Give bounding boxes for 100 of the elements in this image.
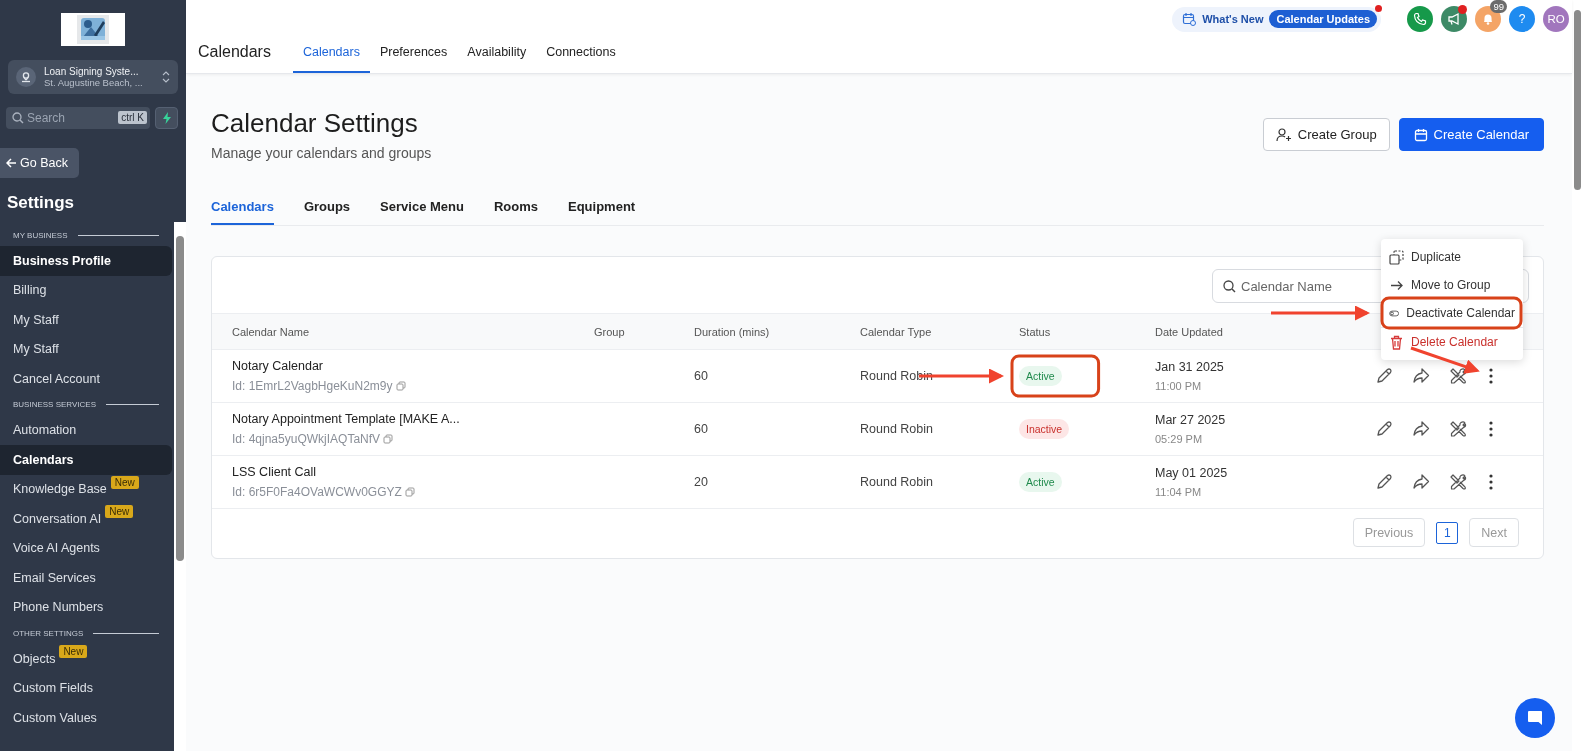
- sidebar-item[interactable]: My Staff: [0, 305, 172, 335]
- sidebar-item[interactable]: Automation: [0, 415, 172, 445]
- go-back-button[interactable]: Go Back: [0, 148, 79, 178]
- sidebar-item[interactable]: My Staff: [0, 334, 172, 364]
- new-badge: New: [59, 645, 88, 659]
- column-header: Calendar Name: [232, 325, 311, 338]
- scrollbar[interactable]: [1572, 0, 1583, 751]
- menu-item[interactable]: Duplicate: [1381, 243, 1523, 271]
- sidebar-item[interactable]: Knowledge Base New: [0, 474, 172, 504]
- user-avatar[interactable]: RO: [1543, 6, 1569, 32]
- sidebar-item[interactable]: Calendars: [0, 445, 172, 475]
- page-subtitle: Manage your calendars and groups: [211, 145, 432, 161]
- whats-new-button[interactable]: What's New Calendar Updates: [1172, 6, 1381, 32]
- menu-item[interactable]: Delete Calendar: [1381, 328, 1523, 356]
- sidebar-item[interactable]: Conversation AI New: [0, 504, 172, 534]
- table-cell: 60: [694, 422, 708, 436]
- arrow-left-icon: [6, 158, 17, 168]
- calendar-id: Id: 6r5F0Fa4OVaWCWv0GGYZ: [232, 485, 402, 499]
- sidebar-item[interactable]: Billing: [0, 275, 172, 305]
- page-heading: Calendars: [198, 43, 272, 62]
- create-calendar-button[interactable]: Create Calendar: [1398, 118, 1544, 151]
- calendar-id: Id: 4qjna5yuQWkjIAQTaNfV: [232, 432, 381, 446]
- table-cell: 20: [694, 475, 708, 489]
- nav-tab[interactable]: Availability: [457, 45, 537, 73]
- notification-count: 99: [1490, 0, 1507, 13]
- table-cell: Round Robin: [860, 422, 933, 436]
- tab[interactable]: Calendars: [211, 199, 274, 225]
- sidebar-item[interactable]: Business Profile: [0, 246, 172, 276]
- tools-icon[interactable]: [1449, 420, 1467, 438]
- account-switcher[interactable]: Loan Signing Syste... St. Augustine Beach, ...: [8, 60, 178, 94]
- sidebar-item[interactable]: Email Services: [0, 563, 172, 593]
- chevron-updown-icon: [162, 71, 170, 83]
- sidebar-item[interactable]: Custom Fields: [0, 673, 172, 703]
- location-icon: [16, 67, 36, 87]
- announcements-button[interactable]: [1441, 6, 1467, 32]
- page-number[interactable]: 1: [1436, 521, 1459, 544]
- account-location: St. Augustine Beach, ...: [44, 77, 144, 88]
- page-title: Calendar Settings: [211, 108, 419, 139]
- calendar-name: Notary Appointment Template [MAKE A...: [232, 412, 461, 426]
- shortcut-hint: ctrl K: [118, 111, 147, 124]
- tools-icon[interactable]: [1449, 367, 1467, 385]
- more-icon[interactable]: [1489, 474, 1493, 490]
- tab[interactable]: Equipment: [568, 199, 636, 225]
- notification-dot: [1458, 5, 1467, 14]
- chat-button[interactable]: [1515, 698, 1555, 738]
- column-header: Duration (mins): [694, 325, 771, 338]
- more-icon[interactable]: [1489, 421, 1493, 437]
- pencil-icon[interactable]: [1375, 367, 1393, 385]
- new-badge: New: [110, 475, 139, 489]
- column-header: Date Updated: [1155, 325, 1224, 338]
- nav-tab[interactable]: Preferences: [369, 45, 458, 73]
- date-updated: May 01 2025: [1155, 466, 1229, 480]
- quick-action-button[interactable]: [155, 107, 178, 129]
- tab[interactable]: Groups: [303, 199, 351, 225]
- status-badge: Active: [1019, 472, 1062, 492]
- notification-dot: [1375, 5, 1382, 12]
- tab[interactable]: Service Menu: [380, 199, 464, 225]
- sidebar-item[interactable]: Phone Numbers: [0, 592, 172, 622]
- column-header: Status: [1019, 325, 1052, 338]
- trash-icon: [1389, 334, 1404, 350]
- help-button[interactable]: ?: [1509, 6, 1535, 32]
- whats-new-label: What's New: [1202, 13, 1264, 25]
- menu-item[interactable]: Move to Group: [1381, 271, 1523, 299]
- bell-icon: [1481, 12, 1495, 26]
- date-updated: Jan 31 2025: [1155, 360, 1225, 374]
- calendar-icon: [1182, 12, 1197, 26]
- share-icon[interactable]: [1412, 420, 1430, 438]
- more-icon[interactable]: [1489, 368, 1493, 384]
- sidebar-item[interactable]: Custom Values: [0, 703, 172, 733]
- share-icon[interactable]: [1412, 473, 1430, 491]
- section-heading: OTHER SETTINGS: [13, 628, 84, 638]
- share-icon[interactable]: [1412, 367, 1430, 385]
- lightning-icon: [161, 112, 172, 124]
- sidebar-item[interactable]: Objects New: [0, 644, 172, 674]
- nav-tab[interactable]: Connections: [536, 45, 626, 73]
- column-header: Calendar Type: [860, 325, 933, 338]
- pencil-icon[interactable]: [1375, 473, 1393, 491]
- status-badge: Inactive: [1019, 419, 1070, 439]
- sidebar-item[interactable]: Cancel Account: [0, 364, 172, 394]
- create-group-button[interactable]: Create Group: [1262, 118, 1390, 151]
- add-user-icon: [1275, 127, 1292, 142]
- annotation-arrow: [1410, 346, 1480, 374]
- time-updated: 11:04 PM: [1155, 486, 1203, 498]
- new-badge: New: [105, 505, 134, 519]
- nav-tab[interactable]: Calendars: [292, 45, 370, 73]
- megaphone-icon: [1447, 12, 1461, 26]
- section-heading: BUSINESS SERVICES: [13, 400, 96, 409]
- tab[interactable]: Rooms: [493, 199, 538, 225]
- duplicate-icon: [1389, 249, 1404, 265]
- time-updated: 05:29 PM: [1155, 433, 1204, 445]
- sidebar-item[interactable]: Voice AI Agents: [0, 533, 172, 563]
- search-icon: [1223, 280, 1236, 293]
- account-name: Loan Signing Syste...: [44, 66, 140, 77]
- tools-icon[interactable]: [1449, 473, 1467, 491]
- status-badge: Active: [1019, 366, 1062, 386]
- calendar-icon: [1413, 127, 1428, 142]
- scrollbar[interactable]: [174, 222, 186, 751]
- phone-button[interactable]: [1407, 6, 1433, 32]
- calendar-id: Id: 1EmrL2VagbHgeKuN2m9y: [232, 379, 393, 393]
- pencil-icon[interactable]: [1375, 420, 1393, 438]
